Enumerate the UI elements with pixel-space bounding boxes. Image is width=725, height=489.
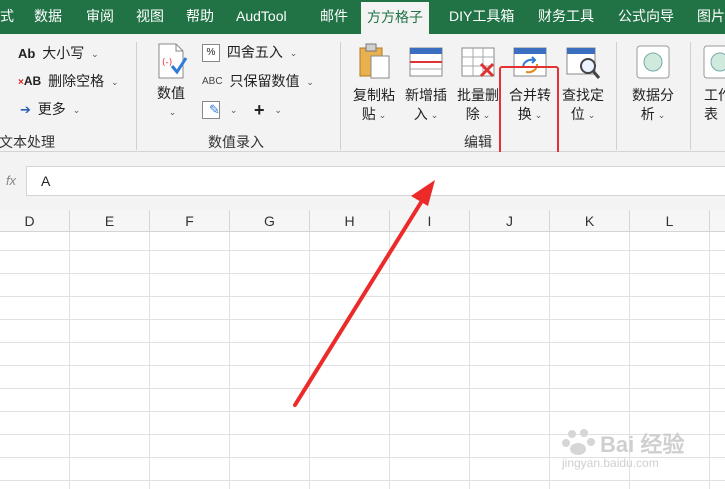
copy-paste-label-2: 贴 [361, 106, 376, 122]
chevron-down-icon: ⌄ [587, 109, 596, 120]
worksheet-label-2: 表 [704, 106, 718, 122]
keep-values-button[interactable]: ABC 只保留数值 ⌄ [202, 70, 314, 92]
tab-help[interactable]: 帮助 [186, 0, 214, 34]
worksheet-icon [703, 45, 725, 79]
insert-plus-button[interactable]: + ⌄ [254, 98, 282, 120]
arrow-right-icon: ➔ [20, 102, 31, 118]
value-label: 数值 [157, 85, 185, 101]
remove-spaces-button[interactable]: ×AB 删除空格 ⌄ [18, 70, 119, 92]
fx-icon[interactable]: fx [0, 166, 22, 196]
col-header-e[interactable]: E [70, 210, 150, 232]
formula-input[interactable]: A [26, 166, 725, 196]
watermark-url: jingyan.baidu.com [562, 456, 659, 470]
number-group-label: 数值录入 [208, 134, 264, 150]
chevron-down-icon: ⌄ [289, 48, 298, 59]
chevron-down-icon: ⌄ [430, 109, 439, 120]
data-analysis-label-2: 析 [640, 106, 655, 122]
keep-values-label: 只保留数值 [229, 73, 300, 89]
worksheet-label-1: 工作 [704, 87, 725, 103]
case-icon: Ab [18, 46, 36, 62]
col-header-i[interactable]: I [390, 210, 470, 232]
chevron-down-icon: ⌄ [72, 105, 81, 116]
chevron-down-icon: ⌄ [168, 107, 177, 117]
find-icon [566, 47, 601, 79]
chevron-down-icon: ⌄ [229, 105, 238, 116]
copy-paste-button[interactable]: 复制粘 贴 ⌄ [350, 42, 398, 125]
chevron-down-icon: ⌄ [378, 109, 387, 120]
edit-sheet-icon: ✎ [202, 101, 220, 120]
formula-bar: fx A [0, 152, 725, 210]
find-locate-label-2: 位 [570, 106, 585, 122]
tab-fangfanggezi[interactable]: 方方格子 [361, 0, 429, 34]
col-header-h[interactable]: H [310, 210, 390, 232]
copy-paste-label-1: 复制粘 [353, 87, 395, 103]
data-analysis-button[interactable]: 数据分 析 ⌄ [626, 42, 680, 125]
group-divider [340, 42, 341, 150]
round-button[interactable]: % 四舍五入 ⌄ [202, 41, 297, 63]
clipboard-icon [359, 43, 390, 79]
col-header-f[interactable]: F [150, 210, 230, 232]
baidu-watermark: Bai 经验 jingyan.baidu.com [560, 426, 710, 476]
tab-picture[interactable]: 图片 [697, 0, 725, 34]
case-button[interactable]: Ab 大小写 ⌄ [18, 42, 99, 64]
case-label: 大小写 [42, 45, 85, 61]
data-analysis-label-1: 数据分 [632, 87, 674, 103]
percent-icon: % [202, 44, 220, 63]
find-locate-button[interactable]: 查找定 位 ⌄ [558, 42, 608, 125]
value-icon: (-) [158, 43, 188, 79]
worksheet-button[interactable]: 工作 表 [700, 42, 725, 124]
add-insert-button[interactable]: 新增插 入 ⌄ [402, 42, 450, 125]
insert-rows-icon [409, 47, 443, 77]
analysis-icon [636, 45, 670, 79]
more-button[interactable]: ➔ 更多 ⌄ [20, 98, 80, 120]
col-header-k[interactable]: K [550, 210, 630, 232]
more-label: 更多 [37, 101, 66, 117]
remove-spaces-label: 删除空格 [48, 73, 105, 89]
delete-grid-icon [461, 47, 495, 78]
column-header: D E F G H I J K L [0, 210, 725, 232]
chevron-down-icon: ⌄ [657, 109, 666, 120]
tab-finance-tools[interactable]: 财务工具 [538, 0, 594, 34]
tab-mail[interactable]: 邮件 [320, 0, 348, 34]
batch-delete-label-2: 除 [465, 106, 480, 122]
chevron-down-icon: ⌄ [110, 77, 119, 88]
add-insert-label-1: 新增插 [405, 87, 447, 103]
group-divider [136, 42, 137, 150]
baidu-paw-icon [562, 429, 595, 455]
tab-diy-toolbox[interactable]: DIY工具箱 [449, 0, 514, 34]
text-group-label: 文本处理 [0, 134, 55, 150]
chevron-down-icon: ⌄ [91, 49, 99, 60]
round-label: 四舍五入 [226, 44, 283, 60]
tab-data[interactable]: 数据 [34, 0, 62, 34]
tab-audtool[interactable]: AudTool [236, 0, 287, 34]
menu-tab-bar: 式 数据 审阅 视图 帮助 AudTool 邮件 方方格子 DIY工具箱 财务工… [0, 0, 725, 34]
ribbon: Ab 大小写 ⌄ ×AB 删除空格 ⌄ ➔ 更多 ⌄ 文本处理 (-) 数值 ⌄… [0, 34, 725, 178]
remove-space-icon: ×AB [18, 74, 42, 89]
edit-sheet-button[interactable]: ✎ ⌄ [202, 98, 237, 120]
chevron-down-icon: ⌄ [274, 105, 282, 116]
batch-delete-label-1: 批量删 [457, 87, 499, 103]
chevron-down-icon: ⌄ [306, 77, 314, 88]
col-header-d[interactable]: D [0, 210, 70, 232]
abc-icon: ABC [202, 76, 223, 88]
tab-formula-wizard[interactable]: 公式向导 [618, 0, 674, 34]
col-header-g[interactable]: G [230, 210, 310, 232]
edit-group-label: 编辑 [464, 134, 492, 150]
watermark-text: Bai 经验 [600, 432, 685, 457]
svg-text:(-): (-) [162, 58, 172, 68]
group-divider [690, 42, 691, 150]
chevron-down-icon: ⌄ [482, 109, 491, 120]
batch-delete-button[interactable]: 批量删 除 ⌄ [454, 42, 502, 125]
col-header-j[interactable]: J [470, 210, 550, 232]
tab-formulas[interactable]: 式 [0, 0, 14, 34]
add-insert-label-2: 入 [413, 106, 428, 122]
value-button[interactable]: (-) 数值 ⌄ [148, 42, 194, 122]
col-header-l[interactable]: L [630, 210, 710, 232]
find-locate-label-1: 查找定 [562, 87, 604, 103]
group-divider [616, 42, 617, 150]
tab-review[interactable]: 审阅 [86, 0, 114, 34]
plus-icon: + [254, 100, 265, 121]
tab-view[interactable]: 视图 [136, 0, 164, 34]
